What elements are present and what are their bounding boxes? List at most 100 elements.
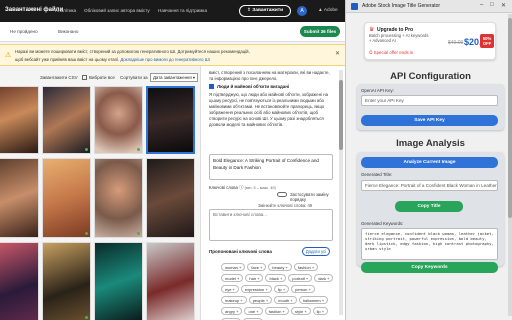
sort-label: Сортувати за — [120, 75, 148, 80]
keyword-chip[interactable]: angry + — [221, 307, 243, 315]
keyword-chip[interactable]: one + — [244, 307, 263, 315]
keyword-chip[interactable]: lip + — [312, 307, 329, 315]
keyword-chip[interactable]: woman + — [221, 263, 246, 271]
maximize-icon[interactable]: □ — [490, 2, 494, 8]
reorder-toggle-label: Застосувати заміну порядку — [290, 192, 329, 202]
app-icon — [351, 3, 358, 10]
extension-scrollbar[interactable] — [508, 14, 512, 316]
select-all-checkbox[interactable]: Вибрати все — [82, 75, 115, 81]
nav-analytics[interactable]: Аналітика — [55, 8, 76, 13]
image-thumbnail[interactable] — [94, 242, 143, 320]
image-thumbnail[interactable] — [94, 86, 143, 154]
extension-titlebar: Adobe Stock Image Title Generator – □ ✕ — [346, 0, 512, 13]
scrollbar-thumb[interactable] — [339, 80, 343, 150]
details-scrollbar[interactable] — [339, 70, 343, 315]
api-section-title: API Configuration — [390, 71, 471, 82]
info-icon: ⓘ — [239, 185, 244, 190]
ai-source-text: вміст, створений з посиланням на матеріа… — [209, 70, 330, 81]
image-thumbnail-selected[interactable] — [146, 86, 195, 154]
keyword-chip[interactable]: eye + — [221, 285, 239, 293]
minimize-icon[interactable]: – — [480, 2, 483, 8]
tab-done[interactable]: Виконано — [58, 29, 78, 34]
keyword-chip[interactable]: model + — [221, 274, 244, 282]
keyword-chip[interactable]: dark + — [314, 274, 334, 282]
add-all-button[interactable]: Додати усі — [302, 247, 330, 256]
keyword-chip[interactable]: halloween + — [298, 296, 329, 304]
image-thumbnail[interactable] — [0, 242, 39, 320]
image-thumbnail[interactable] — [0, 86, 39, 154]
keyword-chip[interactable]: people + — [248, 296, 273, 304]
fictional-people-label: Люди й майнові об'єкти вигадані — [217, 84, 290, 89]
image-thumbnail[interactable] — [42, 242, 91, 320]
close-icon[interactable]: ✕ — [501, 2, 506, 9]
analysis-section-title: Image Analysis — [396, 138, 465, 149]
keywords-input[interactable]: Вставити ключові слова... — [209, 209, 333, 241]
keyword-chip[interactable]: person + — [291, 285, 315, 293]
file-details-panel: вміст, створений з посиланням на матеріа… — [200, 66, 345, 320]
image-thumbnail[interactable] — [94, 158, 143, 238]
banner-link[interactable]: Докладніше про вимоги до генеративного Ш… — [120, 57, 210, 62]
keyword-chip[interactable]: portrait + — [288, 274, 313, 282]
upgrade-features: Batch processing + AI keywords + Advance… — [369, 33, 429, 43]
keyword-chip[interactable]: mouth + — [274, 296, 297, 304]
keyword-chip[interactable]: hair + — [245, 274, 264, 282]
api-key-label: OpenAI API Key: — [361, 88, 394, 93]
keyword-chip[interactable]: expression + — [240, 285, 272, 293]
upload-button[interactable]: ⇪ Завантажити — [239, 5, 291, 17]
copy-keywords-button[interactable]: Copy Keywords — [361, 262, 498, 273]
offer-countdown: ⏱ Special offer ends in — [369, 50, 414, 55]
download-csv-link[interactable]: Завантажити CSV — [40, 75, 78, 80]
generated-title-label: Generated Title: — [361, 172, 393, 177]
upgrade-card[interactable]: ♛ Upgrade to Pro Batch processing + AI k… — [364, 22, 496, 60]
crown-icon: ♛ — [369, 27, 375, 33]
fictional-notice-text: Я підтверджую, що люди або майнові об'єк… — [209, 92, 328, 127]
keyword-chip[interactable]: lip + — [273, 285, 290, 293]
title-input[interactable]: Bold Elegance: A Striking Portrait of Co… — [209, 154, 333, 180]
avatar[interactable]: A — [297, 6, 307, 16]
keyword-chip[interactable]: fashion + — [293, 263, 319, 271]
warning-icon: ⚠ — [5, 52, 12, 59]
submit-files-button[interactable]: Submit 36 files — [300, 26, 340, 37]
checkbox-checked-icon[interactable] — [209, 84, 214, 89]
analyze-image-button[interactable]: Analyze Current Image — [361, 157, 498, 168]
files-toolbar: Завантажити CSV Вибрати все Сортувати за… — [0, 72, 200, 84]
top-navigation: Завантажені файли Аналітика Обліковий за… — [0, 0, 345, 22]
keyword-chip[interactable]: black + — [265, 274, 287, 282]
old-price: $40.00 — [448, 40, 464, 46]
suggested-keywords-label: Пропоновані ключові слова — [209, 249, 272, 254]
image-thumbnail[interactable] — [146, 242, 195, 320]
image-thumbnail[interactable] — [146, 158, 195, 238]
image-thumbnail[interactable] — [42, 86, 91, 154]
chevron-down-icon: ▾ — [192, 75, 196, 80]
generated-title-field[interactable]: Fierce Elegance: Portrait of a Confident… — [361, 180, 498, 191]
reorder-toggle[interactable] — [277, 192, 287, 197]
checkbox-icon — [82, 75, 87, 81]
generated-keywords-label: Generated Keywords: — [361, 221, 404, 226]
keyword-chip[interactable]: face + — [247, 263, 267, 271]
window-title: Adobe Stock Image Title Generator — [362, 3, 441, 9]
discount-badge: 50% OFF — [480, 34, 494, 48]
image-thumbnail[interactable] — [42, 158, 91, 238]
suggested-keywords-list: woman + face + beauty + fashion +model + hai… — [221, 263, 337, 320]
keyword-drag-hint: Змінюйте ключові слова: 49 — [258, 203, 313, 208]
image-thumbnail[interactable] — [0, 158, 39, 238]
adobe-logo: ▲ Adobe — [318, 8, 338, 13]
sort-select[interactable]: Дата завантаження ▾ — [150, 73, 198, 82]
generated-keywords-field[interactable]: fierce elegance, confident black woman, … — [361, 228, 498, 260]
nav-contributor-account[interactable]: Обліковий запис автора вмісту — [84, 8, 150, 13]
scrollbar-thumb[interactable] — [508, 18, 512, 218]
close-icon[interactable]: ✕ — [335, 50, 340, 57]
keyword-chip[interactable]: beauty + — [268, 263, 292, 271]
save-api-key-button[interactable]: Save API Key — [361, 115, 498, 126]
keyword-chip[interactable]: fashion + — [264, 307, 289, 315]
nav-learning-support[interactable]: Навчання та підтримка — [158, 8, 207, 13]
tab-not-passed[interactable]: Не пройдено — [10, 29, 38, 34]
keyword-chip[interactable]: makeup + — [221, 296, 247, 304]
banner-text-1: Наразі ви можете поширювати вміст, створ… — [15, 49, 250, 54]
genai-notice-banner: ⚠ Наразі ви можете поширювати вміст, ств… — [0, 44, 345, 66]
keywords-label: Ключові слова ⓘ (мін. 5 – макс. 49) — [209, 185, 276, 190]
keyword-chip[interactable]: style + — [290, 307, 311, 315]
copy-title-button[interactable]: Copy Title — [395, 201, 463, 212]
status-tabs: Не пройдено Виконано Submit 36 files — [0, 22, 345, 42]
api-key-input[interactable]: Enter your API Key — [361, 95, 498, 106]
